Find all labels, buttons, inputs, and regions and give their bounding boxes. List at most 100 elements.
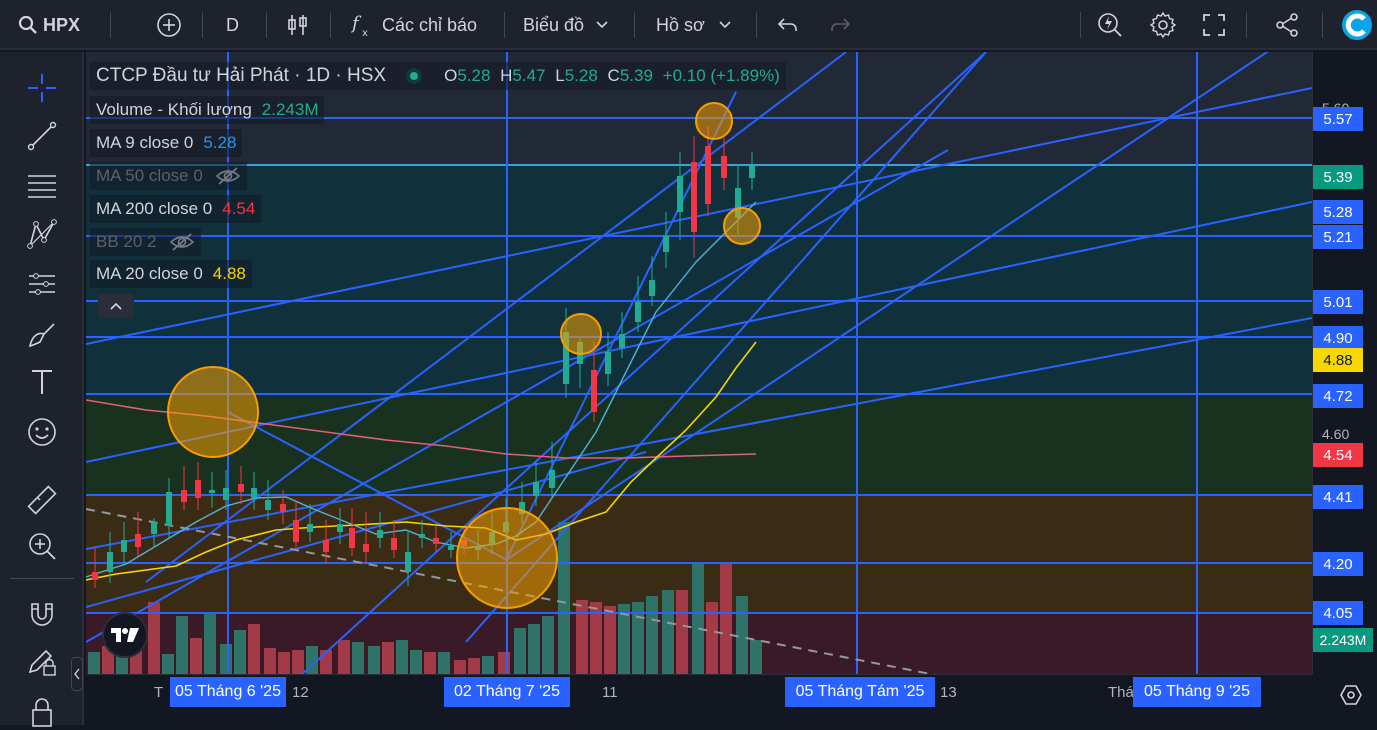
candle-body xyxy=(265,500,271,510)
legend-collapse-button[interactable] xyxy=(98,294,134,318)
candles-style-button[interactable] xyxy=(286,0,310,50)
candle-body xyxy=(293,520,299,542)
emoji-tool[interactable] xyxy=(24,414,60,450)
brush-tool[interactable] xyxy=(24,316,60,352)
low-label: L xyxy=(555,66,565,85)
volume-bar xyxy=(750,640,762,674)
volume-bar xyxy=(190,638,202,674)
eye-hidden-icon[interactable] xyxy=(169,232,195,252)
search-icon xyxy=(18,15,37,34)
legend-ma200-row[interactable]: MA 200 close 0 4.54 xyxy=(90,195,262,223)
time-label: 05 Tháng Tám '25 xyxy=(785,677,935,707)
crosshair-tool[interactable] xyxy=(24,70,60,106)
pattern-tool[interactable] xyxy=(24,216,60,252)
plus-circle-icon xyxy=(157,13,181,37)
compare-button[interactable] xyxy=(156,0,182,50)
ma9-value: 5.28 xyxy=(203,133,237,152)
time-tick: Thá xyxy=(1108,684,1134,701)
volume-bar xyxy=(514,628,526,674)
app-logo[interactable] xyxy=(1340,0,1374,50)
axis-settings-button[interactable] xyxy=(1338,682,1364,708)
legend-ma9-row[interactable]: MA 9 close 0 5.28 xyxy=(90,129,243,157)
candle-body xyxy=(238,484,244,492)
volume-bar xyxy=(498,652,510,674)
legend-bb-row[interactable]: BB 20 2 xyxy=(90,228,201,256)
fullscreen-button[interactable] xyxy=(1202,0,1226,50)
tv-logo[interactable] xyxy=(102,612,148,658)
ohlc-values: O5.28 H5.47 L5.28 C5.39 +0.10 (+1.89%) xyxy=(444,66,780,86)
chart-type-label: Biểu đồ xyxy=(523,14,585,35)
volume-bar xyxy=(468,658,480,674)
candle-body xyxy=(663,236,669,252)
symbol-search-button[interactable]: HPX xyxy=(18,0,80,50)
candle-body xyxy=(121,540,127,552)
candle-body xyxy=(649,280,655,296)
chart-type-menu[interactable]: Biểu đồ xyxy=(523,0,610,50)
redo-icon xyxy=(831,18,851,31)
legend-volume-row[interactable]: Volume - Khối lượng 2.243M xyxy=(90,96,325,124)
circle-annotation xyxy=(456,507,558,609)
volume-bar xyxy=(204,614,216,674)
candle-body xyxy=(448,546,454,550)
profile-menu[interactable]: Hồ sơ xyxy=(656,0,733,50)
ma200-value: 4.54 xyxy=(222,199,256,218)
time-tick: 13 xyxy=(940,684,957,701)
volume-bar xyxy=(396,640,408,674)
chart-canvas[interactable] xyxy=(86,52,1312,674)
settings-button[interactable] xyxy=(1149,0,1177,50)
candle-body xyxy=(419,534,425,538)
volume-bar xyxy=(720,564,732,674)
redo-button[interactable] xyxy=(828,0,852,50)
prediction-icon xyxy=(29,273,55,295)
gear-icon xyxy=(1149,11,1177,39)
close-value: 5.39 xyxy=(619,66,653,85)
candle-body xyxy=(677,176,683,212)
alert-button[interactable] xyxy=(1096,0,1124,50)
volume-bar xyxy=(220,644,232,674)
eye-hidden-icon[interactable] xyxy=(215,166,241,186)
volume-bar xyxy=(248,624,260,674)
legend-ma50-row[interactable]: MA 50 close 0 xyxy=(90,162,247,190)
time-label: 02 Tháng 7 '25 xyxy=(444,677,570,707)
candle-body xyxy=(605,352,611,374)
high-value: 5.47 xyxy=(512,66,546,85)
svg-text:f: f xyxy=(350,13,362,34)
undo-button[interactable] xyxy=(776,0,800,50)
zoom-tool[interactable] xyxy=(24,528,60,564)
chart-pane[interactable] xyxy=(86,52,1312,674)
interval-button[interactable]: D xyxy=(226,0,239,50)
trend-line-icon xyxy=(27,121,57,151)
candle-body xyxy=(92,572,98,580)
tv-logo-icon xyxy=(111,628,139,642)
volume-bar xyxy=(558,522,570,674)
toolbar-collapse-handle[interactable] xyxy=(71,657,83,691)
edit-drawings-tool[interactable] xyxy=(24,644,60,680)
indicators-button[interactable]: fx Các chỉ báo xyxy=(350,0,477,50)
price-label: 4.88 xyxy=(1313,348,1363,372)
measure-tool[interactable] xyxy=(24,482,60,518)
volume-bar xyxy=(352,642,364,674)
volume-bar xyxy=(454,660,466,674)
function-icon: fx xyxy=(350,13,368,38)
brush-icon xyxy=(28,323,55,348)
logo-icon xyxy=(1342,10,1372,40)
trend-line-tool[interactable] xyxy=(24,118,60,154)
text-tool[interactable] xyxy=(24,364,60,400)
price-label: 5.28 xyxy=(1313,200,1363,224)
prediction-tool[interactable] xyxy=(24,266,60,302)
volume-bar xyxy=(88,652,100,674)
magnet-tool[interactable] xyxy=(24,596,60,632)
candle-body xyxy=(307,524,313,532)
symbol-label: HPX xyxy=(43,14,81,35)
lock-icon xyxy=(32,698,52,727)
share-button[interactable] xyxy=(1274,0,1300,50)
legend-title-row[interactable]: CTCP Đầu tư Hải Phát · 1D · HSX O5.28 H5… xyxy=(90,62,786,90)
volume-bar xyxy=(676,590,688,674)
volume-bar xyxy=(736,596,748,674)
open-value: 5.28 xyxy=(457,66,491,85)
ma50-label: MA 50 close 0 xyxy=(96,166,203,185)
fib-tool[interactable] xyxy=(24,168,60,204)
candle-body xyxy=(251,488,257,498)
volume-bar xyxy=(482,656,494,674)
legend-ma20-row[interactable]: MA 20 close 0 4.88 xyxy=(90,260,252,288)
